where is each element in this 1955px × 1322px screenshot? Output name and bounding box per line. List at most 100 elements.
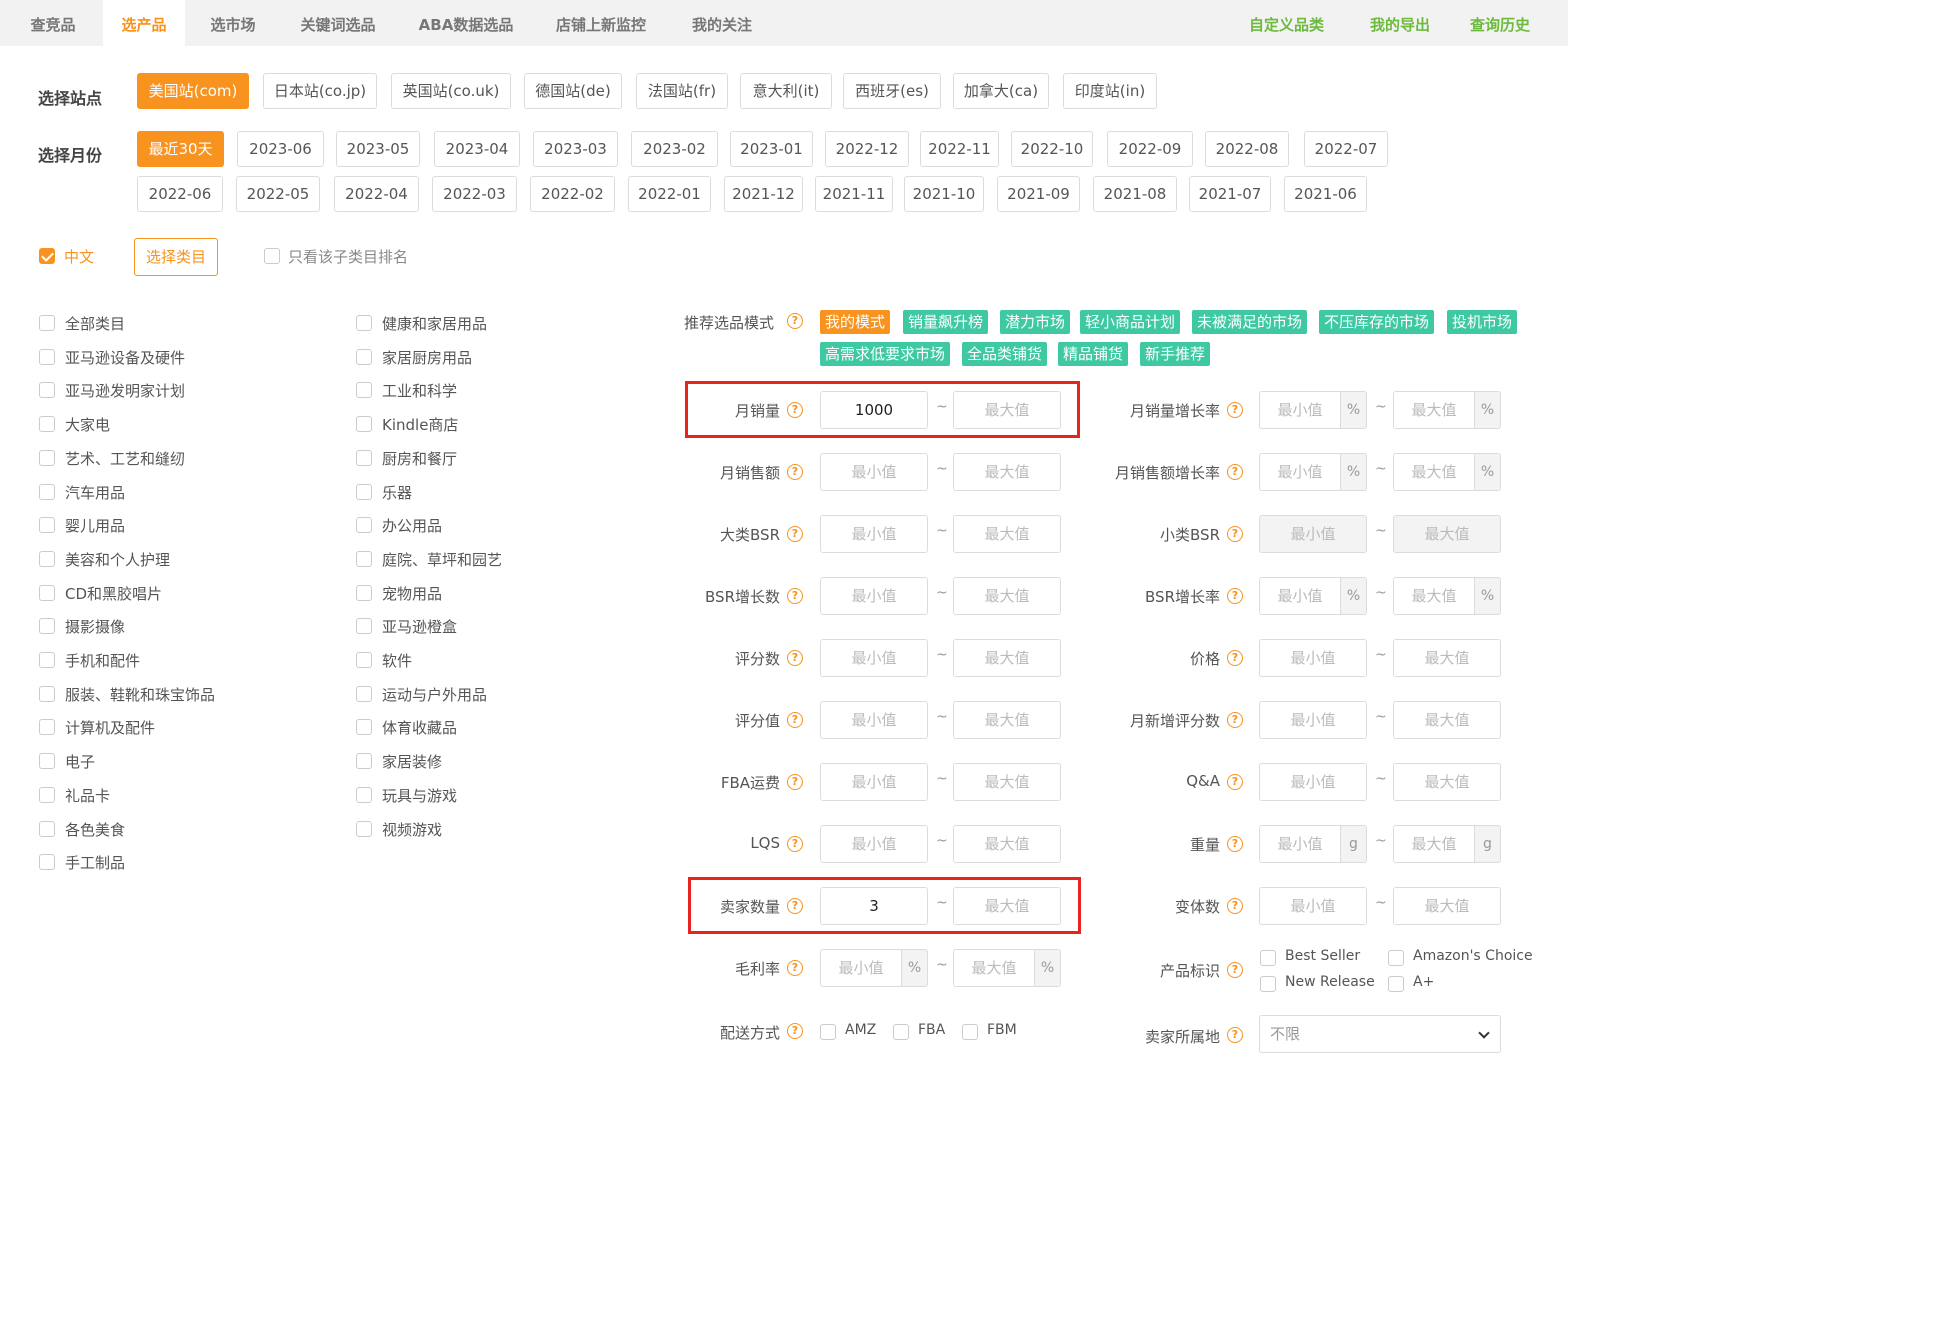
category-checkbox[interactable] bbox=[39, 820, 55, 837]
category-item[interactable]: 亚马逊发明家计划 bbox=[39, 380, 269, 400]
category-checkbox[interactable] bbox=[39, 483, 55, 500]
month-option[interactable]: 2022-04 bbox=[334, 176, 419, 212]
category-item[interactable]: Kindle商店 bbox=[356, 414, 586, 434]
month-option[interactable]: 2022-12 bbox=[825, 131, 909, 167]
category-checkbox[interactable] bbox=[356, 315, 372, 331]
category-checkbox[interactable] bbox=[356, 449, 372, 466]
tag-new-release-checkbox[interactable] bbox=[1260, 976, 1276, 992]
category-checkbox[interactable] bbox=[39, 854, 55, 871]
mode-tag[interactable]: 我的模式 bbox=[820, 310, 891, 334]
tab-select-product[interactable]: 选产品 bbox=[103, 0, 185, 46]
help-icon[interactable]: ? bbox=[1227, 774, 1243, 790]
month-option[interactable]: 2023-05 bbox=[336, 131, 420, 167]
month-option[interactable]: 2021-08 bbox=[1093, 176, 1177, 212]
month-option[interactable]: 2022-02 bbox=[530, 176, 615, 212]
category-item[interactable]: 全部类目 bbox=[39, 313, 269, 333]
price-max-input[interactable]: 最大值 bbox=[1393, 639, 1501, 677]
site-jp-button[interactable]: 日本站(co.jp) bbox=[263, 73, 377, 109]
bsr-growth-rate-max-input[interactable]: 最大值 bbox=[1393, 577, 1475, 615]
shipping-fba-checkbox[interactable] bbox=[893, 1024, 909, 1040]
main-bsr-min-input[interactable]: 最小值 bbox=[820, 515, 928, 553]
month-option[interactable]: 2023-04 bbox=[434, 131, 520, 167]
category-checkbox[interactable] bbox=[39, 584, 55, 601]
site-in-button[interactable]: 印度站(in) bbox=[1063, 73, 1157, 109]
site-us-button[interactable]: 美国站(com) bbox=[137, 73, 249, 109]
sales-growth-min-input[interactable]: 最小值 bbox=[1259, 391, 1341, 429]
category-item[interactable]: 艺术、工艺和缝纫 bbox=[39, 448, 269, 468]
main-bsr-max-input[interactable]: 最大值 bbox=[953, 515, 1061, 553]
mode-tag[interactable]: 未被满足的市场 bbox=[1192, 310, 1308, 334]
site-ca-button[interactable]: 加拿大(ca) bbox=[953, 73, 1049, 109]
category-item[interactable]: 手机和配件 bbox=[39, 650, 269, 670]
category-item[interactable]: 各色美食 bbox=[39, 819, 269, 839]
category-checkbox[interactable] bbox=[356, 483, 372, 500]
category-checkbox[interactable] bbox=[39, 348, 55, 365]
site-fr-button[interactable]: 法国站(fr) bbox=[636, 73, 728, 109]
select-category-button[interactable]: 选择类目 bbox=[134, 238, 218, 276]
category-item[interactable]: 手工制品 bbox=[39, 852, 269, 872]
query-history-link[interactable]: 查询历史 bbox=[1470, 0, 1530, 46]
fba-fee-max-input[interactable]: 最大值 bbox=[953, 763, 1061, 801]
category-checkbox[interactable] bbox=[39, 550, 55, 567]
category-checkbox[interactable] bbox=[356, 382, 372, 399]
rating-min-input[interactable]: 最小值 bbox=[820, 701, 928, 739]
category-checkbox[interactable] bbox=[356, 685, 372, 702]
lqs-min-input[interactable]: 最小值 bbox=[820, 825, 928, 863]
month-option[interactable]: 2022-05 bbox=[236, 176, 320, 212]
help-icon[interactable]: ? bbox=[1227, 836, 1243, 852]
gross-margin-min-input[interactable]: 最小值 bbox=[820, 949, 902, 987]
mode-tag[interactable]: 精品铺货 bbox=[1058, 342, 1129, 366]
category-checkbox[interactable] bbox=[356, 584, 372, 601]
category-item[interactable]: 电子 bbox=[39, 751, 269, 771]
new-reviews-min-input[interactable]: 最小值 bbox=[1259, 701, 1367, 739]
month-option[interactable]: 2021-12 bbox=[724, 176, 803, 212]
site-uk-button[interactable]: 英国站(co.uk) bbox=[391, 73, 511, 109]
weight-min-input[interactable]: 最小值 bbox=[1259, 825, 1341, 863]
help-icon[interactable]: ? bbox=[787, 313, 803, 329]
category-item[interactable]: 体育收藏品 bbox=[356, 717, 586, 737]
category-item[interactable]: 玩具与游戏 bbox=[356, 785, 586, 805]
category-checkbox[interactable] bbox=[356, 348, 372, 365]
new-reviews-max-input[interactable]: 最大值 bbox=[1393, 701, 1501, 739]
mode-tag[interactable]: 新手推荐 bbox=[1140, 342, 1211, 366]
month-option[interactable]: 2022-11 bbox=[920, 131, 999, 167]
category-checkbox[interactable] bbox=[356, 652, 372, 668]
help-icon[interactable]: ? bbox=[1227, 526, 1243, 542]
tag-best-seller-checkbox[interactable] bbox=[1260, 950, 1276, 966]
category-checkbox[interactable] bbox=[356, 719, 372, 736]
help-icon[interactable]: ? bbox=[1227, 588, 1243, 604]
month-option[interactable]: 2022-07 bbox=[1304, 131, 1388, 167]
month-option[interactable]: 2023-03 bbox=[533, 131, 618, 167]
category-checkbox[interactable] bbox=[356, 517, 372, 534]
variants-min-input[interactable]: 最小值 bbox=[1259, 887, 1367, 925]
mode-tag[interactable]: 轻小商品计划 bbox=[1080, 310, 1181, 334]
category-item[interactable]: 宠物用品 bbox=[356, 583, 586, 603]
gross-margin-max-input[interactable]: 最大值 bbox=[953, 949, 1035, 987]
shipping-fbm-checkbox[interactable] bbox=[962, 1024, 978, 1040]
site-es-button[interactable]: 西班牙(es) bbox=[843, 73, 941, 109]
month-option[interactable]: 2022-10 bbox=[1011, 131, 1093, 167]
category-item[interactable]: 家居装修 bbox=[356, 751, 586, 771]
category-item[interactable]: 亚马逊橙盒 bbox=[356, 616, 586, 636]
variants-max-input[interactable]: 最大值 bbox=[1393, 887, 1501, 925]
tab-check-competitor[interactable]: 查竞品 bbox=[8, 0, 98, 46]
tag-aplus-checkbox[interactable] bbox=[1388, 976, 1404, 992]
review-count-max-input[interactable]: 最大值 bbox=[953, 639, 1061, 677]
sub-bsr-max-input[interactable]: 最大值 bbox=[1393, 515, 1501, 553]
category-item[interactable]: 厨房和餐厅 bbox=[356, 448, 586, 468]
tab-store-monitor[interactable]: 店铺上新监控 bbox=[540, 0, 662, 46]
category-item[interactable]: 办公用品 bbox=[356, 515, 586, 535]
sales-growth-max-input[interactable]: 最大值 bbox=[1393, 391, 1475, 429]
tab-aba-select[interactable]: ABA数据选品 bbox=[405, 0, 527, 46]
mode-tag[interactable]: 高需求低要求市场 bbox=[820, 342, 951, 366]
category-item[interactable]: 摄影摄像 bbox=[39, 616, 269, 636]
category-item[interactable]: 礼品卡 bbox=[39, 785, 269, 805]
category-checkbox[interactable] bbox=[39, 753, 55, 770]
category-item[interactable]: 大家电 bbox=[39, 414, 269, 434]
bsr-growth-count-min-input[interactable]: 最小值 bbox=[820, 577, 928, 615]
shipping-amz-checkbox[interactable] bbox=[820, 1024, 836, 1040]
help-icon[interactable]: ? bbox=[787, 1023, 803, 1039]
help-icon[interactable]: ? bbox=[1227, 1027, 1243, 1043]
category-item[interactable]: 家居厨房用品 bbox=[356, 347, 586, 367]
month-option[interactable]: 2021-11 bbox=[815, 176, 893, 212]
